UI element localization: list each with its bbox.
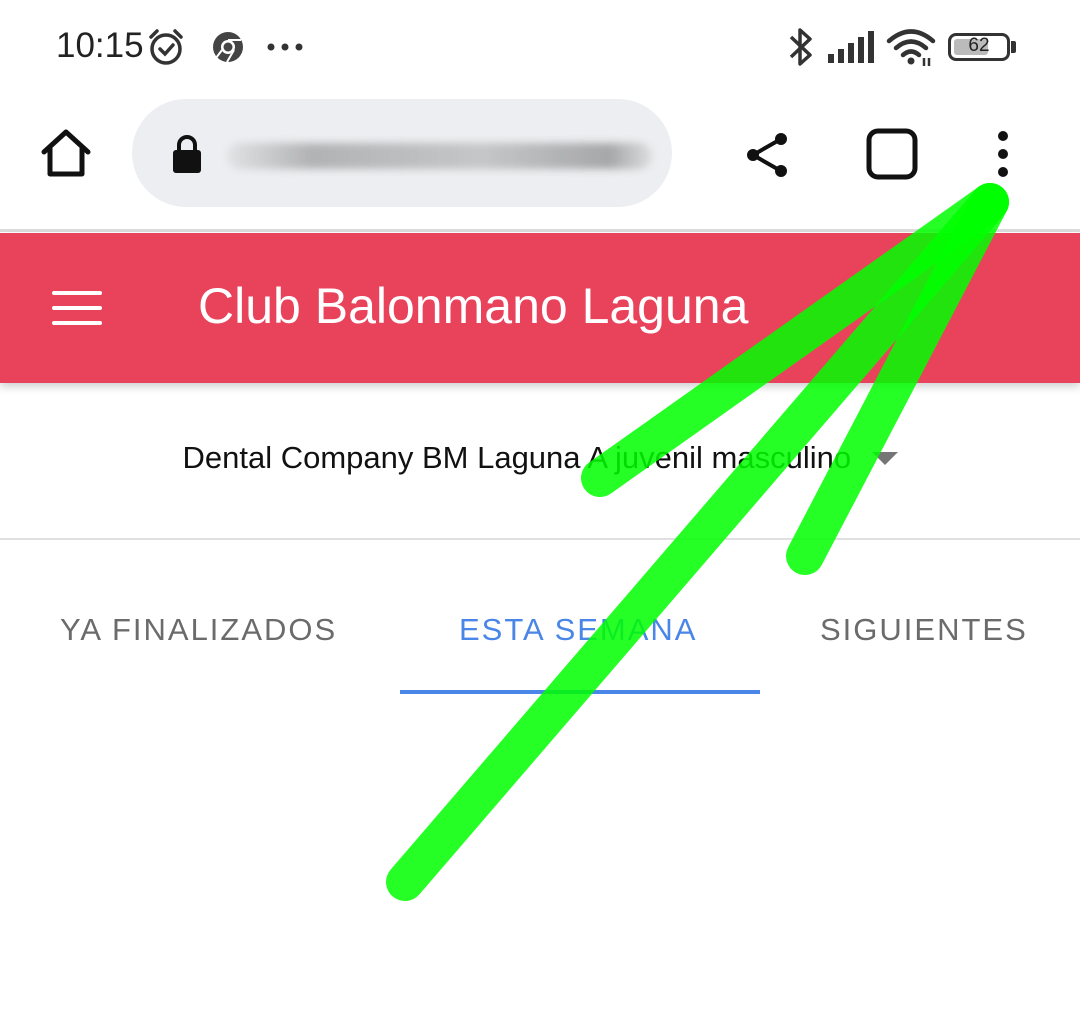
team-dropdown-value: Dental Company BM Laguna A juvenil mascu… <box>182 440 852 475</box>
tabs-icon[interactable] <box>866 128 918 180</box>
bluetooth-icon <box>789 28 812 66</box>
status-bar: 10:15 62 <box>0 0 1080 95</box>
share-icon[interactable] <box>744 131 792 179</box>
team-dropdown[interactable]: Dental Company BM Laguna A juvenil mascu… <box>0 440 1080 510</box>
battery-icon: 62 <box>948 33 1010 61</box>
section-divider <box>0 538 1080 540</box>
tab-ya-finalizados[interactable]: YA FINALIZADOS <box>60 612 337 648</box>
battery-percent: 62 <box>968 35 990 56</box>
signal-icon <box>828 31 874 63</box>
browser-toolbar <box>0 95 1080 230</box>
tab-esta-semana[interactable]: ESTA SEMANA <box>459 612 698 648</box>
tab-bar: YA FINALIZADOS ESTA SEMANA SIGUIENTES <box>0 580 1080 700</box>
screen: 10:15 62 Club Balonmano Laguna Dental Co… <box>0 0 1080 1012</box>
alarm-icon <box>149 29 183 65</box>
hamburger-menu-icon[interactable] <box>52 291 102 327</box>
address-bar[interactable] <box>132 99 672 207</box>
tab-siguientes[interactable]: SIGUIENTES <box>820 612 1028 648</box>
lock-icon <box>173 135 201 173</box>
wifi-icon <box>886 29 936 66</box>
active-tab-indicator <box>400 690 760 694</box>
more-notifications-icon <box>267 43 303 51</box>
toolbar-divider <box>0 229 1080 232</box>
page-title: Club Balonmano Laguna <box>198 278 749 334</box>
battery-tip <box>1011 41 1016 53</box>
chrome-icon <box>213 32 243 63</box>
status-time: 10:15 <box>56 26 144 65</box>
dropdown-arrow-icon <box>871 451 898 465</box>
more-vert-icon[interactable] <box>994 130 1012 178</box>
url-text-obscured <box>227 143 652 169</box>
app-header: Club Balonmano Laguna <box>0 233 1080 383</box>
home-icon[interactable] <box>40 128 92 178</box>
